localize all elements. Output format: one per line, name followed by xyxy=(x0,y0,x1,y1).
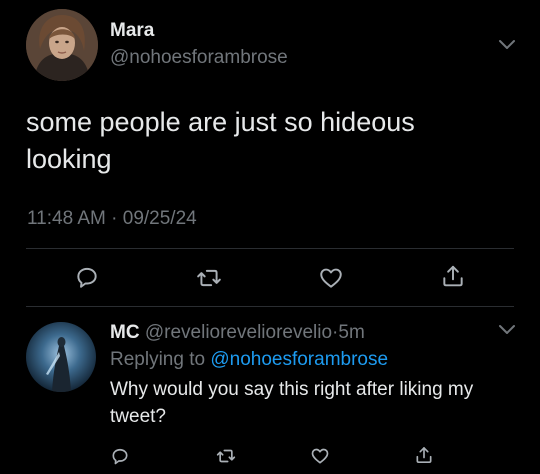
share-icon[interactable] xyxy=(414,445,434,465)
like-icon[interactable] xyxy=(310,446,330,466)
tweet-date: 09/25/24 xyxy=(122,208,197,229)
tweet-timestamp[interactable]: 11:48 AM · 09/25/24 xyxy=(27,208,197,230)
replying-prefix: Replying to xyxy=(110,349,206,370)
retweet-icon[interactable] xyxy=(216,446,236,466)
avatar-image xyxy=(26,9,98,81)
reply-text: Why would you say this right after likin… xyxy=(110,379,474,427)
author-name[interactable]: Mara xyxy=(110,20,154,42)
reply-author-avatar[interactable] xyxy=(26,322,96,392)
meta-separator: · xyxy=(111,208,118,229)
avatar-image xyxy=(26,322,96,392)
tweet-text: some people are just so hideous looking xyxy=(26,107,415,174)
replying-to-line: Replying to @nohoesforambrose xyxy=(110,349,388,371)
like-icon[interactable] xyxy=(318,265,344,291)
author-avatar[interactable] xyxy=(26,9,98,81)
retweet-icon[interactable] xyxy=(196,265,222,291)
reply-relative-time[interactable]: 5m xyxy=(338,322,364,343)
share-icon[interactable] xyxy=(440,263,466,289)
divider xyxy=(26,306,514,307)
reply-icon[interactable] xyxy=(74,264,100,290)
reply-author-handle[interactable]: @revelioreveliorevelio xyxy=(145,322,332,343)
tweet-time: 11:48 AM xyxy=(27,208,106,229)
chevron-down-icon[interactable] xyxy=(497,322,517,336)
replying-to-mention[interactable]: @nohoesforambrose xyxy=(210,349,388,370)
reply-header: MC @revelioreveliorevelio·5m xyxy=(110,322,365,344)
chevron-down-icon[interactable] xyxy=(497,37,517,51)
divider xyxy=(26,248,514,249)
reply-author-name[interactable]: MC xyxy=(110,322,140,343)
author-handle[interactable]: @nohoesforambrose xyxy=(110,47,288,69)
reply-icon[interactable] xyxy=(110,446,130,466)
